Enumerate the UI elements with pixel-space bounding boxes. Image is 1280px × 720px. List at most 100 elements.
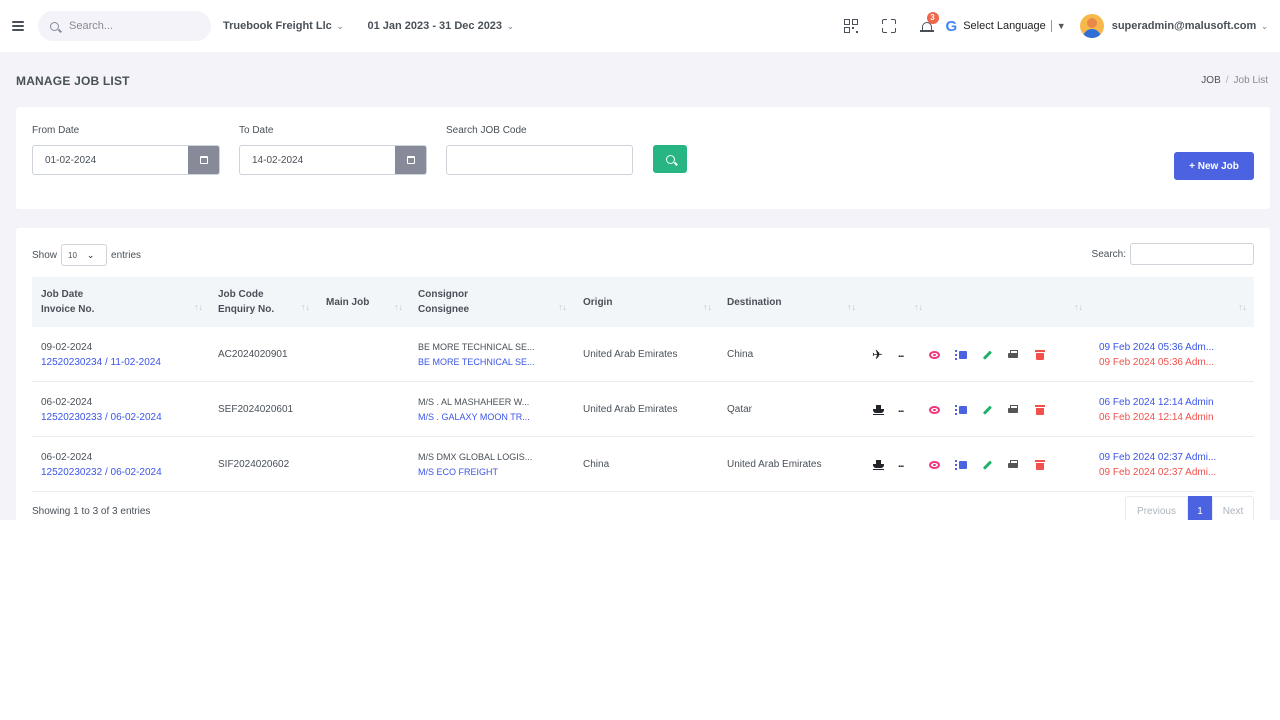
sort-icon[interactable]: ↑↓: [847, 302, 856, 312]
table-row: 09-02-2024 12520230234 / 11-02-2024 AC20…: [32, 327, 1254, 382]
chevron-down-icon: ⌄: [336, 21, 344, 31]
search-icon: [50, 21, 59, 31]
sort-icon[interactable]: ↑↓: [1074, 302, 1083, 312]
consignor-cell: M/S . AL MASHAHEER W... M/S . GALAXY MOO…: [418, 382, 530, 437]
sort-icon[interactable]: ↑↓: [703, 302, 712, 312]
search-button[interactable]: [653, 145, 687, 173]
user-avatar[interactable]: [1079, 14, 1104, 38]
menu-toggle-icon[interactable]: [12, 21, 24, 31]
entries-select-value: 10: [68, 250, 77, 260]
breadcrumb-item-job[interactable]: JOB: [1201, 75, 1220, 86]
consignee-name: M/S ECO FREIGHT: [418, 466, 499, 477]
print-icon[interactable]: [1007, 349, 1018, 360]
list-icon[interactable]: [955, 459, 968, 470]
delete-icon[interactable]: [1034, 404, 1045, 415]
entries-label: entries: [111, 249, 142, 261]
plane-icon[interactable]: ✈: [872, 347, 884, 363]
audit-cell: 09 Feb 2024 02:37 Admi... 09 Feb 2024 02…: [1099, 437, 1216, 492]
header-consignor: Consignor: [418, 289, 468, 300]
ship-icon[interactable]: [873, 459, 884, 470]
print-icon[interactable]: [1007, 404, 1018, 415]
to-date-label: To Date: [239, 125, 274, 136]
date-range-text: 01 Jan 2023 - 31 Dec 2023: [367, 20, 503, 32]
new-job-button[interactable]: + New Job: [1174, 152, 1254, 180]
pagination: Previous 1 Next: [1125, 496, 1254, 520]
sort-icon[interactable]: ↑↓: [558, 302, 567, 312]
topbar-right: 3 G Select Language ▼ superadmin@malusof…: [843, 0, 1268, 52]
edit-icon[interactable]: [983, 460, 993, 469]
origin-cell: China: [583, 459, 610, 470]
from-date-calendar-button[interactable]: [188, 146, 219, 174]
column-job-code[interactable]: Job Code Enquiry No.: [209, 277, 314, 327]
sort-icon[interactable]: ↑↓: [1238, 302, 1247, 312]
more-icon[interactable]: ...: [898, 459, 904, 470]
consignee-name: BE MORE TECHNICAL SE...: [418, 356, 535, 367]
origin-cell: United Arab Emirates: [583, 349, 678, 360]
row-actions: ...: [873, 437, 1045, 492]
destination-cell: China: [727, 349, 754, 360]
view-icon[interactable]: [929, 405, 941, 414]
sort-icon[interactable]: ↑↓: [914, 302, 923, 312]
global-search-input[interactable]: Search...: [38, 11, 211, 41]
edit-icon[interactable]: [983, 405, 993, 414]
user-menu[interactable]: superadmin@malusoft.com ⌄: [1112, 20, 1268, 32]
sort-icon[interactable]: ↑↓: [194, 302, 203, 312]
list-icon[interactable]: [955, 404, 968, 415]
view-icon[interactable]: [929, 460, 941, 469]
sort-icon[interactable]: ↑↓: [394, 302, 403, 312]
caret-down-icon: ▼: [1056, 21, 1066, 31]
from-date-field[interactable]: 01-02-2024: [32, 145, 220, 175]
invoice-link[interactable]: 12520230233 / 06-02-2024: [41, 410, 162, 425]
updated-info: 09 Feb 2024 05:36 Adm...: [1099, 356, 1215, 368]
breadcrumb-item-job-list: Job List: [1233, 75, 1268, 86]
company-name: Truebook Freight Llc: [223, 20, 332, 32]
ship-icon[interactable]: [873, 404, 884, 415]
financial-year-selector[interactable]: 01 Jan 2023 - 31 Dec 2023 ⌄: [368, 20, 514, 32]
more-icon[interactable]: ...: [898, 349, 904, 360]
apps-grid-icon[interactable]: [843, 19, 858, 33]
updated-info: 09 Feb 2024 02:37 Admi...: [1099, 466, 1217, 478]
list-icon[interactable]: [955, 349, 968, 360]
notification-bell-icon[interactable]: 3: [919, 12, 939, 33]
column-destination[interactable]: Destination: [718, 277, 858, 327]
delete-icon[interactable]: [1034, 349, 1045, 360]
view-icon[interactable]: [929, 350, 941, 359]
delete-icon[interactable]: [1034, 459, 1045, 470]
table-search-input[interactable]: [1130, 243, 1254, 265]
consignor-cell: BE MORE TECHNICAL SE... BE MORE TECHNICA…: [418, 327, 535, 382]
breadcrumb: JOB / Job List: [1201, 75, 1268, 86]
job-code-cell: SEF2024020601: [218, 404, 294, 415]
sort-icon[interactable]: ↑↓: [301, 302, 310, 312]
column-job-date[interactable]: Job Date Invoice No.: [32, 277, 208, 327]
edit-icon[interactable]: [983, 350, 993, 359]
next-page-button[interactable]: Next: [1212, 496, 1254, 520]
job-date: 06-02-2024: [41, 396, 93, 408]
column-origin[interactable]: Origin: [574, 277, 714, 327]
language-label: Select Language: [963, 20, 1046, 32]
job-code-input[interactable]: [446, 145, 633, 175]
topbar: Search... Truebook Freight Llc ⌄ 01 Jan …: [0, 0, 1280, 52]
invoice-link[interactable]: 12520230234 / 11-02-2024: [41, 355, 161, 370]
column-consignor[interactable]: Consignor Consignee: [409, 277, 559, 327]
consignor-name: BE MORE TECHNICAL SE...: [418, 341, 535, 352]
page-1-button[interactable]: 1: [1188, 496, 1212, 520]
fullscreen-icon[interactable]: [880, 18, 897, 34]
job-code-label: Search JOB Code: [446, 125, 527, 136]
job-date-cell: 09-02-2024 12520230234 / 11-02-2024: [41, 327, 161, 382]
previous-page-button[interactable]: Previous: [1125, 496, 1188, 520]
header-destination: Destination: [727, 296, 782, 308]
row-actions: ...: [873, 382, 1045, 437]
to-date-field[interactable]: 14-02-2024: [239, 145, 427, 175]
invoice-link[interactable]: 12520230232 / 06-02-2024: [41, 465, 162, 480]
table-info: Showing 1 to 3 of 3 entries: [32, 506, 151, 517]
more-icon[interactable]: ...: [898, 404, 904, 415]
table-row: 06-02-2024 12520230233 / 06-02-2024 SEF2…: [32, 382, 1254, 437]
language-selector[interactable]: G Select Language ▼: [946, 18, 1066, 35]
entries-select[interactable]: 10 ⌄: [61, 244, 108, 266]
print-icon[interactable]: [1007, 459, 1018, 470]
to-date-calendar-button[interactable]: [395, 146, 426, 174]
created-info: 06 Feb 2024 12:14 Admin: [1099, 396, 1214, 408]
job-date-cell: 06-02-2024 12520230233 / 06-02-2024: [41, 382, 162, 437]
company-selector[interactable]: Truebook Freight Llc ⌄: [223, 20, 344, 32]
table-search-label: Search:: [1091, 248, 1126, 260]
